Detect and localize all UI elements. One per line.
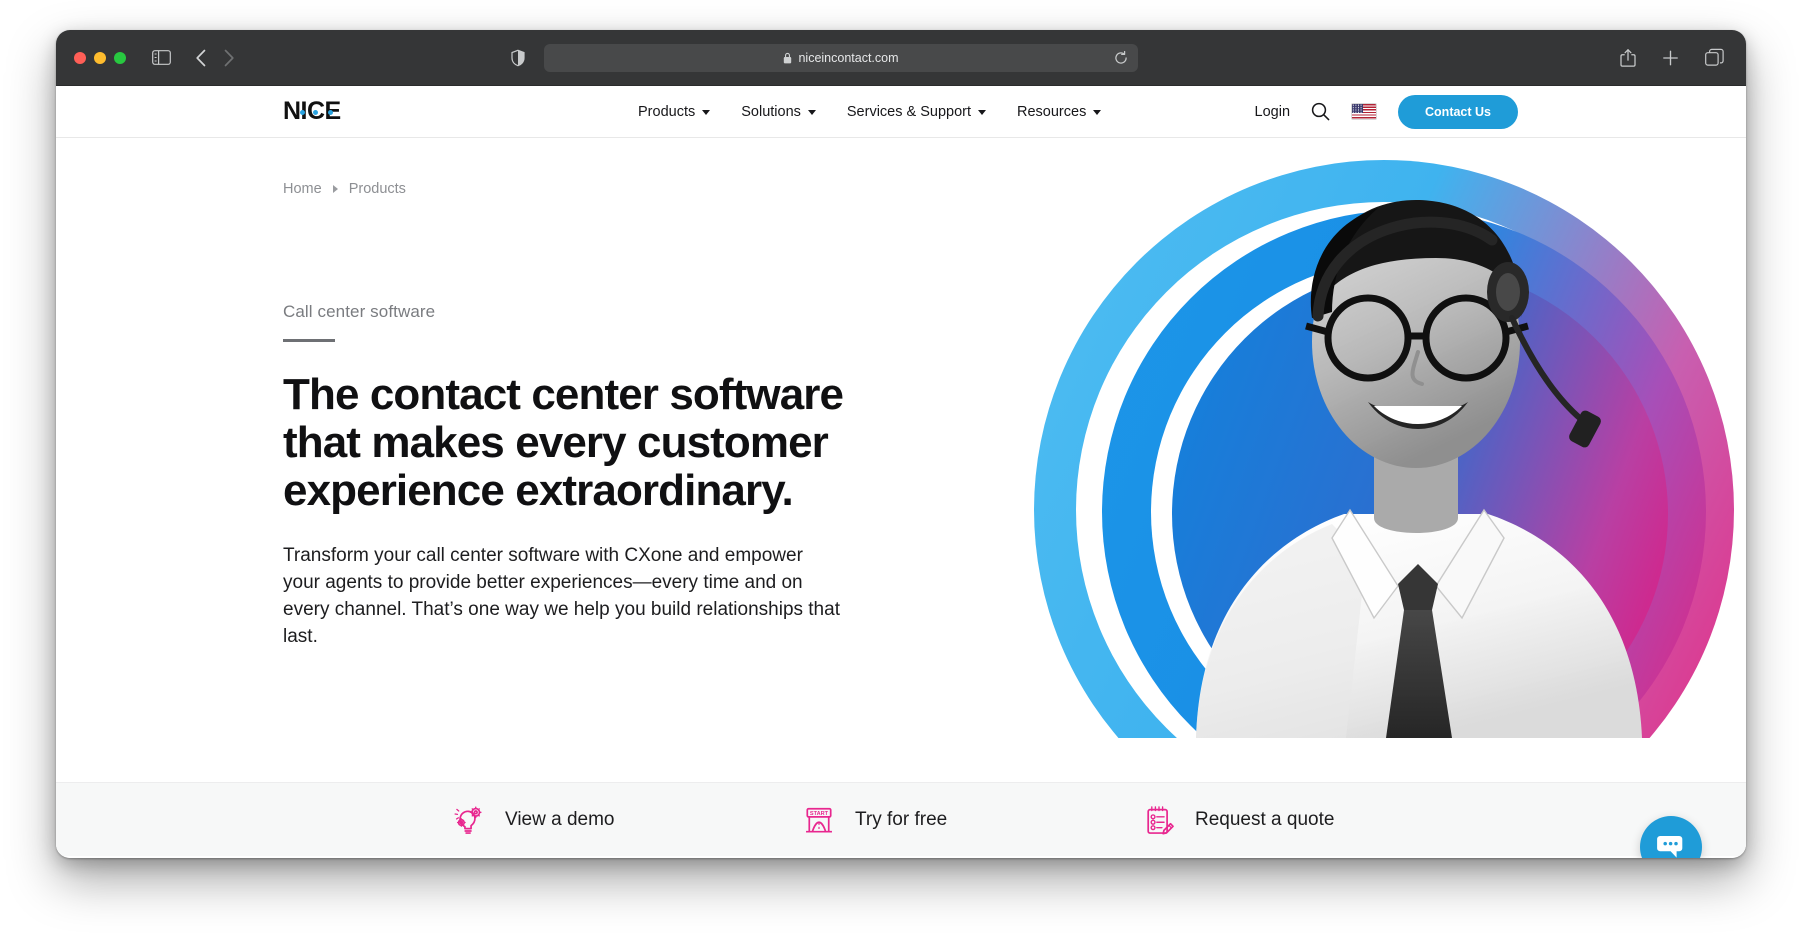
cta-label: Try for free (855, 808, 948, 830)
breadcrumb-item-products[interactable]: Products (349, 181, 406, 197)
browser-toolbar-right (1620, 48, 1724, 67)
chevron-left-icon[interactable] (195, 49, 207, 67)
header-utility-group: Login Contact Us (1255, 94, 1518, 129)
contact-us-button[interactable]: Contact Us (1398, 94, 1518, 129)
share-icon[interactable] (1620, 48, 1636, 67)
cta-request-a-quote[interactable]: Request a quote (1141, 802, 1334, 838)
logo-accent-dot (328, 110, 333, 115)
desktop-background: niceincontact.com NICE Products Solution… (0, 0, 1800, 938)
window-controls (74, 51, 126, 64)
chevron-right-icon[interactable] (223, 49, 235, 67)
address-bar[interactable]: niceincontact.com (544, 43, 1138, 72)
breadcrumb-item-home[interactable]: Home (283, 181, 322, 197)
chevron-right-icon (332, 185, 338, 193)
flag-canton (1352, 104, 1364, 113)
url-text: niceincontact.com (798, 50, 899, 65)
logo-accent-dot (300, 110, 305, 115)
cta-label: Request a quote (1195, 808, 1335, 830)
chat-bubble-icon (1657, 836, 1683, 858)
page-content: Home Products Call center software The c… (56, 138, 1746, 858)
cta-try-for-free[interactable]: START Try for free (801, 802, 947, 838)
breadcrumb: Home Products (283, 181, 406, 197)
lock-icon (783, 52, 792, 64)
svg-text:START: START (810, 810, 829, 816)
close-window-button[interactable] (74, 51, 86, 64)
flag-stars (1352, 104, 1364, 113)
nav-label: Resources (1017, 103, 1087, 120)
nav-item-solutions[interactable]: Solutions (741, 104, 816, 120)
cta-view-a-demo[interactable]: View a demo (451, 802, 615, 838)
hero-visual (986, 138, 1746, 738)
lightbulb-gears-icon (454, 806, 482, 834)
notepad-pencil-icon (1147, 805, 1174, 835)
nav-label: Products (638, 103, 696, 120)
cta-label: View a demo (505, 808, 615, 830)
hero-eyebrow: Call center software (283, 302, 436, 321)
chevron-down-icon (807, 110, 816, 115)
hero-eyebrow-rule (283, 339, 335, 342)
chevron-down-icon (978, 110, 987, 115)
chevron-down-icon (1093, 110, 1102, 115)
browser-titlebar: niceincontact.com (56, 30, 1746, 86)
page-title: The contact center software that makes e… (283, 370, 844, 515)
hero-copy: Call center software The contact center … (283, 302, 893, 651)
nav-label: Solutions (741, 103, 801, 120)
chevron-down-icon (702, 110, 711, 115)
shield-icon[interactable] (511, 49, 525, 66)
zoom-window-button[interactable] (114, 51, 126, 64)
nav-item-resources[interactable]: Resources (1017, 103, 1102, 120)
site-header: NICE Products Solutions Services & Suppo… (56, 86, 1746, 138)
plus-icon[interactable] (1662, 49, 1679, 66)
start-gate-icon: START (806, 807, 832, 833)
minimize-window-button[interactable] (94, 51, 106, 64)
cta-strip: View a demo START Try for free Request a… (56, 782, 1746, 856)
nav-item-products[interactable]: Products (638, 103, 711, 120)
hero-description: Transform your call center software with… (283, 544, 840, 647)
tabs-overview-icon[interactable] (1705, 48, 1724, 67)
hero-agent-photo (1196, 200, 1642, 738)
browser-window: niceincontact.com NICE Products Solution… (56, 30, 1746, 858)
primary-navigation: Products Solutions Services & Support Re… (638, 103, 1102, 120)
us-flag-icon[interactable] (1351, 103, 1378, 120)
nice-logo[interactable]: NICE (283, 99, 341, 124)
search-icon[interactable] (1311, 102, 1330, 121)
reload-icon[interactable] (1114, 50, 1128, 65)
logo-accent-dot (313, 110, 318, 115)
nav-label: Services & Support (846, 103, 972, 120)
login-link[interactable]: Login (1255, 104, 1290, 120)
nav-item-services-support[interactable]: Services & Support (846, 103, 987, 120)
sidebar-icon[interactable] (152, 50, 171, 65)
address-bar-content: niceincontact.com (783, 50, 899, 65)
